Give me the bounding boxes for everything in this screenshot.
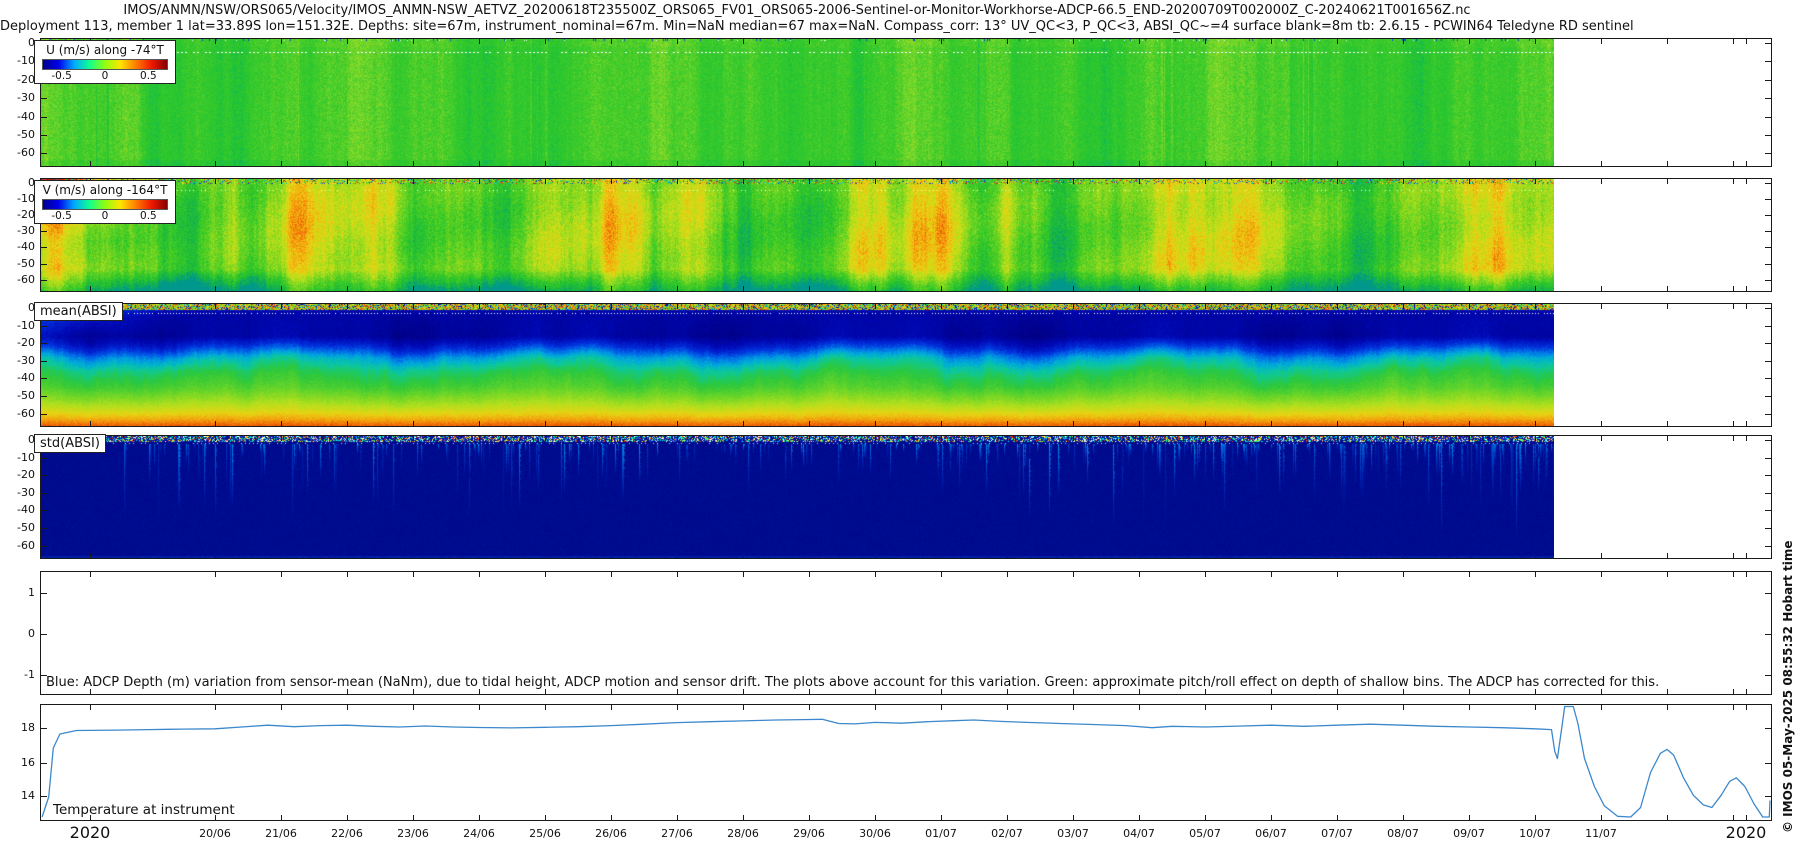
x-tick-label: 10/07: [1519, 827, 1551, 840]
x-tick-label: 22/06: [331, 827, 363, 840]
y-tick-label: -60: [2, 273, 35, 286]
x-tick-label: 29/06: [793, 827, 825, 840]
y-tick-label: -10: [2, 451, 35, 464]
x-tick-label: 26/06: [595, 827, 627, 840]
v-legend-title: V (m/s) along -164°T: [35, 183, 175, 197]
mean-absi-label: mean(ABSI): [34, 302, 123, 321]
y-tick-label: -20: [2, 468, 35, 481]
x-tick-label: 23/06: [397, 827, 429, 840]
v-colorbar: [42, 199, 168, 210]
y-tick-label: 1: [2, 586, 35, 599]
colorbar-tick-label: 0: [102, 210, 109, 222]
y-tick-label: -20: [2, 208, 35, 221]
colorbar-tick-label: -0.5: [51, 210, 72, 222]
u-velocity-heatmap: [41, 39, 1554, 166]
y-tick-label: 0: [2, 36, 35, 49]
y-tick-label: -30: [2, 224, 35, 237]
x-tick-label: 07/07: [1321, 827, 1353, 840]
year-label-left: 2020: [70, 823, 111, 842]
y-tick-label: -60: [2, 146, 35, 159]
u-legend-title: U (m/s) along -74°T: [35, 43, 175, 57]
panel-v-velocity: [40, 178, 1772, 292]
temperature-label: Temperature at instrument: [53, 802, 235, 818]
y-tick-label: -50: [2, 257, 35, 270]
y-tick-label: -1: [2, 668, 35, 681]
u-colorbar-ticks: -0.5 0 0.5: [35, 70, 175, 83]
y-tick-label: -10: [2, 319, 35, 332]
x-tick-label: 30/06: [859, 827, 891, 840]
v-velocity-legend: V (m/s) along -164°T -0.5 0 0.5: [34, 180, 176, 224]
panel-depth-variation: Blue: ADCP Depth (m) variation from sens…: [40, 571, 1772, 695]
y-tick-label: -30: [2, 354, 35, 367]
x-tick-label: 06/07: [1255, 827, 1287, 840]
x-tick-label: 04/07: [1123, 827, 1155, 840]
axis-ticks: [41, 705, 1771, 820]
depth-variation-note: Blue: ADCP Depth (m) variation from sens…: [46, 675, 1659, 690]
y-tick-label: -20: [2, 73, 35, 86]
y-tick-label: -40: [2, 110, 35, 123]
y-tick-label: -30: [2, 486, 35, 499]
y-tick-label: -40: [2, 503, 35, 516]
panel-u-velocity: [40, 38, 1772, 167]
v-colorbar-ticks: -0.5 0 0.5: [35, 210, 175, 223]
y-tick-label: -30: [2, 91, 35, 104]
y-tick-label: -40: [2, 371, 35, 384]
y-tick-label: -10: [2, 192, 35, 205]
x-tick-label: 11/07: [1585, 827, 1617, 840]
y-tick-label: -40: [2, 240, 35, 253]
u-colorbar: [42, 59, 168, 70]
imos-watermark: © IMOS 05-May-2025 08:55:32 Hobart time: [1781, 540, 1795, 833]
x-tick-label: 08/07: [1387, 827, 1419, 840]
y-tick-label: -60: [2, 539, 35, 552]
y-tick-label: 16: [2, 756, 35, 769]
x-tick-label: 20/06: [199, 827, 231, 840]
x-tick-label: 27/06: [661, 827, 693, 840]
y-tick-label: -10: [2, 54, 35, 67]
panel-temperature: Temperature at instrument: [40, 704, 1772, 821]
y-tick-label: -60: [2, 407, 35, 420]
figure-title-line2: Deployment 113, member 1 lat=33.89S lon=…: [0, 19, 1594, 34]
colorbar-tick-label: 0.5: [140, 70, 157, 82]
adcp-summary-figure: IMOS/ANMN/NSW/ORS065/Velocity/IMOS_ANMN-…: [0, 0, 1800, 850]
x-tick-label: 05/07: [1189, 827, 1221, 840]
panel-std-absi: [40, 435, 1772, 559]
y-tick-label: -20: [2, 336, 35, 349]
y-tick-label: 0: [2, 627, 35, 640]
u-velocity-legend: U (m/s) along -74°T -0.5 0 0.5: [34, 40, 176, 84]
std-absi-label: std(ABSI): [34, 434, 106, 453]
y-tick-label: -50: [2, 128, 35, 141]
temperature-line: [42, 707, 1770, 818]
y-tick-label: 0: [2, 433, 35, 446]
v-velocity-heatmap: [41, 179, 1554, 291]
x-tick-label: 03/07: [1057, 827, 1089, 840]
std-absi-heatmap: [41, 436, 1554, 558]
x-tick-label: 09/07: [1453, 827, 1485, 840]
year-label-right: 2020: [1726, 823, 1767, 842]
x-tick-label: 02/07: [991, 827, 1023, 840]
colorbar-tick-label: 0: [102, 70, 109, 82]
x-tick-label: 28/06: [727, 827, 759, 840]
y-tick-label: 18: [2, 721, 35, 734]
mean-absi-heatmap: [41, 304, 1554, 426]
x-tick-label: 24/06: [463, 827, 495, 840]
x-tick-label: 25/06: [529, 827, 561, 840]
y-tick-label: -50: [2, 521, 35, 534]
panel-mean-absi: [40, 303, 1772, 427]
colorbar-tick-label: 0.5: [140, 210, 157, 222]
y-tick-label: 0: [2, 301, 35, 314]
y-tick-label: 0: [2, 176, 35, 189]
colorbar-tick-label: -0.5: [51, 70, 72, 82]
y-tick-label: 14: [2, 789, 35, 802]
temperature-plot: [41, 705, 1771, 820]
y-tick-label: -50: [2, 389, 35, 402]
x-tick-label: 21/06: [265, 827, 297, 840]
x-tick-label: 01/07: [925, 827, 957, 840]
figure-title-line1: IMOS/ANMN/NSW/ORS065/Velocity/IMOS_ANMN-…: [0, 3, 1594, 18]
